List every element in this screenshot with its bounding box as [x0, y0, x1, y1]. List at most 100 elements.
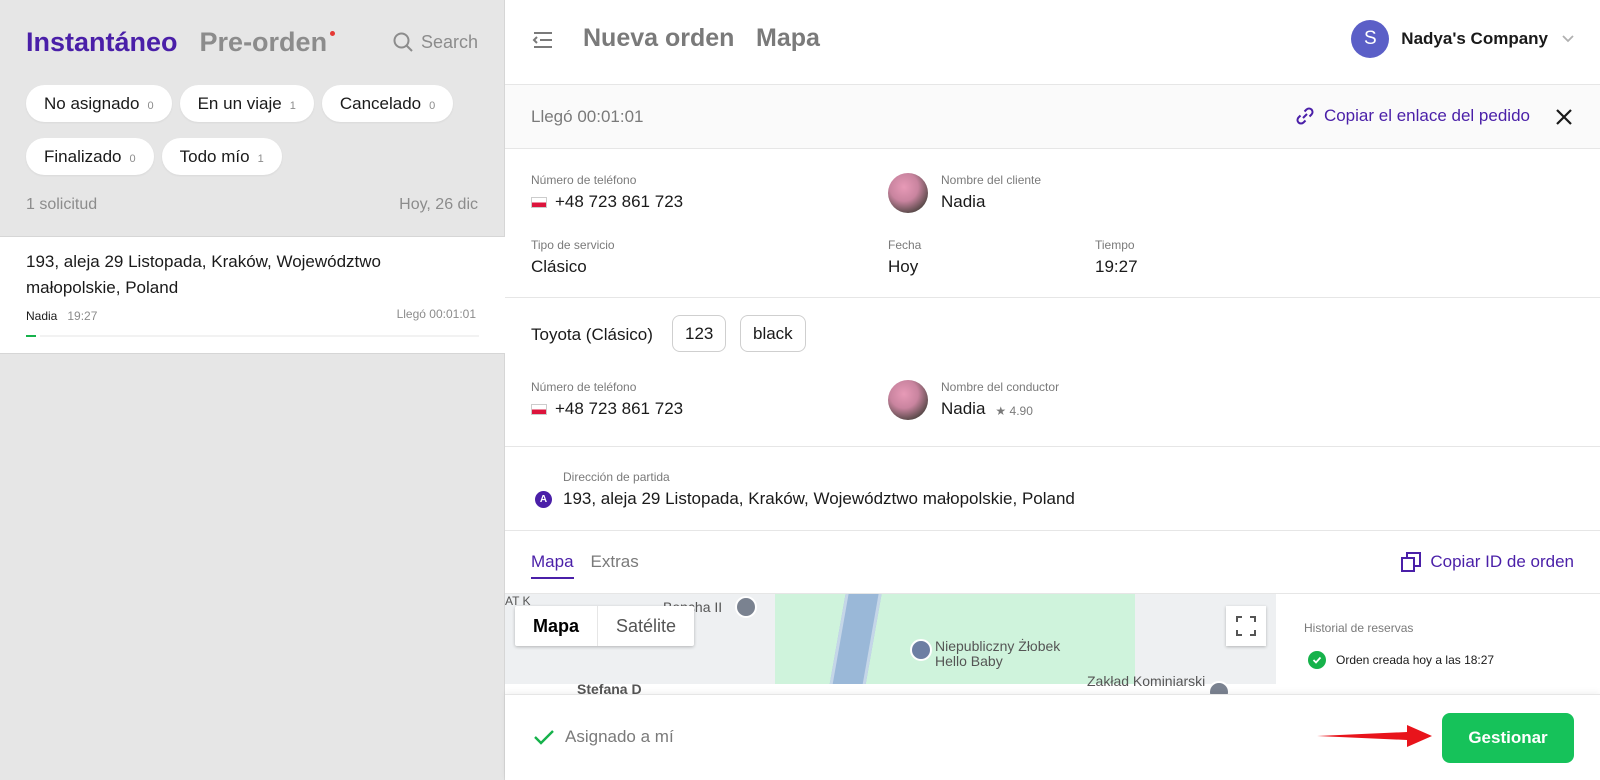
pickup-label: Dirección de partida [563, 470, 670, 484]
filter-label: En un viaje [197, 93, 282, 113]
filter-cancelled[interactable]: Cancelado 0 [321, 85, 454, 122]
tab-map[interactable]: Mapa [531, 552, 574, 579]
pickup-address: 193, aleja 29 Listopada, Kraków, Wojewód… [563, 489, 1075, 508]
order-status-bar: Llegó 00:01:01 Copiar el enlace del pedi… [505, 85, 1600, 149]
request-date: Hoy, 26 dic [399, 196, 478, 213]
service-type-label: Tipo de servicio [531, 238, 615, 252]
filter-count: 0 [429, 99, 436, 112]
driver-phone-value: +48 723 861 723 [555, 399, 684, 418]
filter-all-mine[interactable]: Todo mío 1 [161, 138, 282, 175]
driver-phone[interactable]: +48 723 861 723 [531, 399, 683, 419]
history-item-text: Orden creada hoy a las 18:27 [1336, 653, 1495, 667]
check-icon [534, 730, 554, 745]
tab-extras[interactable]: Extras [591, 552, 639, 579]
poland-flag-icon [531, 403, 547, 415]
page-title: Nueva orden [583, 24, 735, 52]
driver-name-row: Nadia ★ 4.90 [941, 399, 1033, 419]
copy-order-id-label: Copiar ID de orden [1430, 552, 1574, 571]
map-view[interactable]: AT K Bencha II Niepubliczny Żłobek Hello… [505, 593, 1276, 694]
filter-count: 0 [147, 99, 154, 112]
map-label-street: Stefana D [577, 681, 642, 695]
search-button[interactable]: Search [392, 31, 478, 53]
tab-preorder-label: Pre-orden [199, 26, 328, 57]
request-summary: 1 solicitud Hoy, 26 dic [26, 196, 478, 214]
divider [505, 297, 1600, 298]
red-arrow-icon [1317, 725, 1432, 747]
filter-chips: No asignado 0 En un viaje 1 Cancelado 0 Fin… [26, 85, 486, 175]
driver-name: Nadia [941, 399, 986, 418]
color-badge: black [740, 315, 806, 352]
orders-panel: Instantáneo Pre-orden Search No asignado… [0, 0, 505, 780]
order-list-item[interactable]: 193, aleja 29 Listopada, Kraków, Wojewód… [0, 236, 505, 354]
driver-rating: ★ 4.90 [995, 404, 1032, 418]
order-arrived: Llegó 00:01:01 [396, 307, 476, 321]
pickup-marker-icon: A [535, 491, 552, 508]
avatar: S [1351, 20, 1390, 58]
rating-value: 4.90 [1009, 404, 1033, 418]
arrival-timer: Llegó 00:01:01 [531, 107, 644, 126]
order-meta: Nadia 19:27 [26, 309, 97, 323]
time-label: Tiempo [1095, 238, 1135, 252]
notification-dot [330, 30, 336, 36]
booking-history: Historial de reservas Orden creada hoy a… [1276, 593, 1600, 694]
map-type-map-button[interactable]: Mapa [515, 606, 599, 646]
manage-button[interactable]: Gestionar [1442, 713, 1574, 763]
divider [505, 530, 1600, 531]
order-address: 193, aleja 29 Listopada, Kraków, Wojewód… [26, 252, 382, 297]
company-name: Nadya's Company [1401, 29, 1548, 48]
star-icon: ★ [995, 404, 1010, 418]
driver-avatar [888, 380, 928, 420]
fullscreen-button[interactable] [1226, 606, 1266, 646]
plate-badge: 123 [672, 315, 727, 352]
filter-label: Cancelado [339, 93, 422, 113]
history-item: Orden creada hoy a las 18:27 [1308, 651, 1494, 669]
map-poi-icon [1208, 681, 1230, 694]
map-label-nursery: Niepubliczny Żłobek Hello Baby [935, 638, 1061, 669]
client-name: Nadia [941, 192, 986, 211]
filter-count: 1 [257, 152, 264, 165]
filter-count: 1 [289, 99, 296, 112]
school-icon [910, 639, 932, 661]
client-phone-value: +48 723 861 723 [555, 192, 684, 211]
order-client: Nadia [26, 309, 58, 323]
search-icon [393, 32, 413, 52]
collapse-menu-icon[interactable] [531, 28, 555, 52]
copy-icon [1401, 552, 1422, 572]
filter-finished[interactable]: Finalizado 0 [26, 138, 154, 175]
date-value: Hoy [888, 257, 919, 276]
filter-label: Todo mío [179, 146, 250, 166]
copy-order-id-button[interactable]: Copiar ID de orden [1400, 551, 1574, 573]
client-phone[interactable]: +48 723 861 723 [531, 192, 683, 212]
time-value: 19:27 [1095, 257, 1138, 276]
close-icon[interactable] [1554, 107, 1574, 127]
service-type: Clásico [531, 257, 587, 276]
poland-flag-icon [531, 196, 547, 208]
chevron-down-icon [1562, 35, 1574, 43]
filter-label: Finalizado [44, 146, 122, 166]
client-name-label: Nombre del cliente [941, 173, 1042, 187]
tab-preorder[interactable]: Pre-orden [199, 26, 336, 58]
copy-link-button[interactable]: Copiar el enlace del pedido [1294, 105, 1530, 127]
filter-unassigned[interactable]: No asignado 0 [26, 85, 172, 122]
map-type-control: Mapa Satélite [515, 606, 695, 646]
filter-on-trip[interactable]: En un viaje 1 [179, 85, 314, 122]
map-type-satellite-button[interactable]: Satélite [598, 606, 694, 646]
copy-link-label: Copiar el enlace del pedido [1323, 106, 1530, 125]
filter-label: No asignado [44, 93, 140, 113]
search-label: Search [420, 31, 478, 52]
order-progress-track [40, 335, 479, 337]
vehicle-model: Toyota (Clásico) [531, 325, 653, 344]
map-poi-icon [735, 596, 757, 618]
page-subtitle: Mapa [756, 24, 820, 52]
top-bar: Nueva orden Mapa S Nadya's Company [505, 0, 1600, 85]
filter-count: 0 [129, 152, 136, 165]
map-label-chimney: Zakład Kominiarski [1087, 673, 1206, 689]
divider [505, 446, 1600, 447]
fullscreen-icon [1236, 616, 1256, 636]
request-count: 1 solicitud [26, 196, 98, 213]
tab-instant[interactable]: Instantáneo [26, 27, 178, 58]
orders-header: Instantáneo Pre-orden Search [26, 22, 478, 62]
date-label: Fecha [888, 238, 922, 252]
assigned-status: Asignado a mí [533, 727, 674, 747]
company-switcher[interactable]: S Nadya's Company [1351, 20, 1574, 58]
